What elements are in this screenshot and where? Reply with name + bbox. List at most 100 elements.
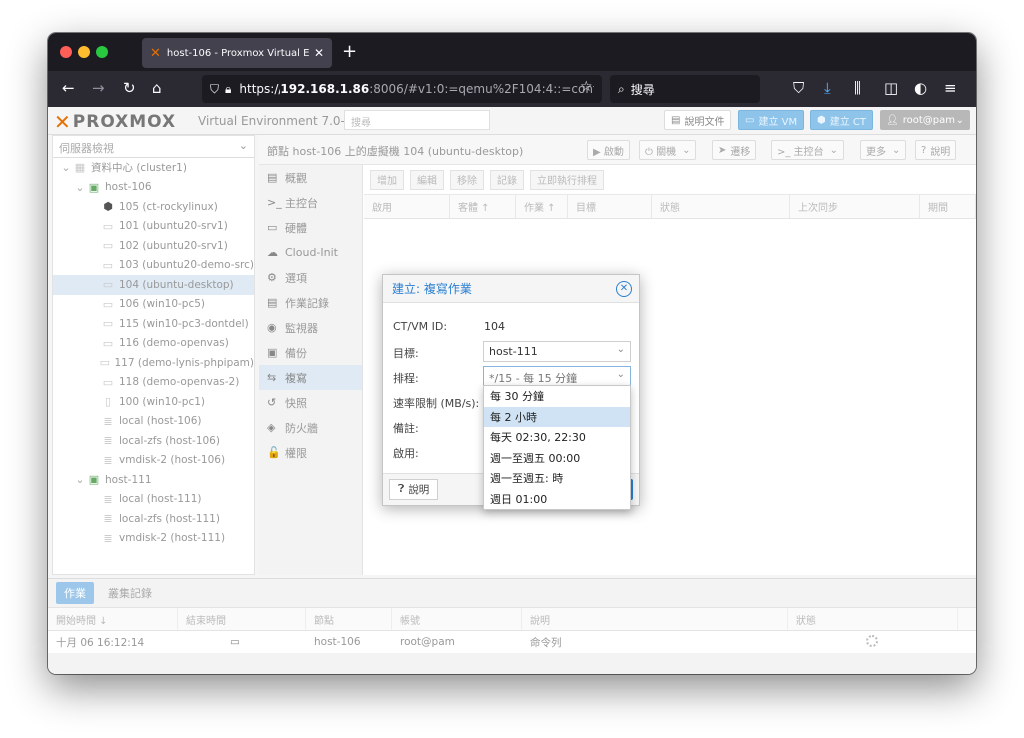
browser-tab[interactable]: ✕ host-106 - Proxmox Virtual Envi ✕ bbox=[142, 38, 332, 68]
tree-item[interactable]: ▭ 115 (win10-pc3-dontdel) bbox=[53, 314, 254, 334]
zoom-window-button[interactable] bbox=[96, 46, 108, 58]
start-button[interactable]: ▶ 啟動 bbox=[587, 140, 630, 160]
task-column-header[interactable]: 狀態 bbox=[788, 608, 958, 630]
tree-item[interactable]: ▯ 100 (win10-pc1) bbox=[53, 392, 254, 412]
nav-item[interactable]: ☁ Cloud-Init bbox=[259, 240, 362, 265]
forward-icon[interactable]: → bbox=[92, 79, 105, 97]
tree-item[interactable]: ≣ local (host-111) bbox=[53, 490, 254, 510]
create-ct-button[interactable]: ⬢ 建立 CT bbox=[810, 110, 874, 130]
schedule-combo[interactable]: */15 - 每 15 分鐘 ⌄ bbox=[483, 366, 631, 387]
help-button[interactable]: ? 說明 bbox=[915, 140, 957, 160]
schedule-option[interactable]: 週一至週五 00:00 bbox=[484, 448, 630, 469]
user-menu-button[interactable]: 👤︎ root@pam ⌄ bbox=[880, 110, 970, 130]
tree-item[interactable]: ▭ 116 (demo-openvas) bbox=[53, 334, 254, 354]
schedule-option[interactable]: 每天 02:30, 22:30 bbox=[484, 427, 630, 448]
nav-item[interactable]: ◈ 防火牆 bbox=[259, 415, 362, 440]
tree-item[interactable]: ▭ 117 (demo-lynis-phpipam) bbox=[53, 353, 254, 373]
nav-item[interactable]: ▭ 硬體 bbox=[259, 215, 362, 240]
bookmark-star-icon[interactable]: ☆ bbox=[580, 79, 593, 95]
tree-item[interactable]: ▭ 106 (win10-pc5) bbox=[53, 295, 254, 315]
tree-item[interactable]: ⬢ 105 (ct-rockylinux) bbox=[53, 197, 254, 217]
nav-item[interactable]: ▣ 備份 bbox=[259, 340, 362, 365]
replication-icon: ⇆ bbox=[267, 371, 277, 384]
shutdown-button[interactable]: ⏻ 關機 ⌄ bbox=[639, 140, 697, 160]
nav-item[interactable]: >_ 主控台 bbox=[259, 190, 362, 215]
tree-item[interactable]: ▭ 101 (ubuntu20-srv1) bbox=[53, 217, 254, 237]
pocket-icon[interactable]: ⛉ bbox=[793, 79, 804, 97]
tree-item[interactable]: ≣ local-zfs (host-106) bbox=[53, 431, 254, 451]
sidebar-icon[interactable]: ◫ bbox=[884, 79, 898, 97]
migrate-button[interactable]: ➤ 遷移 bbox=[712, 140, 757, 160]
task-column-header[interactable]: 結束時間 bbox=[178, 608, 306, 630]
table-row[interactable]: 十月 06 16:12:14 ▭ host-106 root@pam 命令列 bbox=[48, 631, 976, 653]
docs-button[interactable]: ▤ 說明文件 bbox=[664, 110, 732, 130]
nav-item[interactable]: ↺ 快照 bbox=[259, 390, 362, 415]
nav-item[interactable]: ▤ 概觀 bbox=[259, 165, 362, 190]
task-column-header[interactable]: 開始時間 ↓ bbox=[48, 608, 178, 630]
tab-cluster-log[interactable]: 叢集記錄 bbox=[100, 582, 160, 604]
tree-item[interactable]: ≣ local (host-106) bbox=[53, 412, 254, 432]
create-vm-button[interactable]: ▭ 建立 VM bbox=[738, 110, 805, 130]
replication-button[interactable]: 編輯 bbox=[410, 169, 444, 190]
column-header[interactable]: 狀態 bbox=[652, 195, 790, 218]
column-header[interactable]: 目標 bbox=[568, 195, 652, 218]
tab-tasks[interactable]: 作業 bbox=[56, 582, 94, 604]
tree-item[interactable]: ▭ 103 (ubuntu20-demo-src) bbox=[53, 256, 254, 276]
back-icon[interactable]: ← bbox=[62, 79, 75, 97]
nav-item[interactable]: ◉ 監視器 bbox=[259, 315, 362, 340]
column-header[interactable]: 客體 ↑ bbox=[450, 195, 516, 218]
tab-close-icon[interactable]: ✕ bbox=[314, 46, 324, 60]
tree-item[interactable]: ▭ 104 (ubuntu-desktop) bbox=[53, 275, 254, 295]
target-combo[interactable]: host-111 ⌄ bbox=[483, 341, 631, 362]
tree-item[interactable]: ⌄ ▣ host-111 bbox=[53, 470, 254, 490]
tree-item[interactable]: ⌄ ▦ 資料中心 (cluster1) bbox=[53, 158, 254, 178]
tree-item[interactable]: ≣ local-zfs (host-111) bbox=[53, 509, 254, 529]
column-header[interactable]: 作業 ↑ bbox=[516, 195, 568, 218]
schedule-option[interactable]: 週一至週五: 時 bbox=[484, 468, 630, 489]
expand-caret-icon[interactable]: ⌄ bbox=[61, 161, 71, 174]
task-column-header[interactable]: 節點 bbox=[306, 608, 392, 630]
tree-item[interactable]: ≣ vmdisk-2 (host-106) bbox=[53, 451, 254, 471]
tree-item[interactable]: ⌄ ▣ host-106 bbox=[53, 178, 254, 198]
url-bar[interactable]: ⛉ 🔒︎ https:// 192.168.1.86 :8006/#v1:0:=… bbox=[202, 75, 602, 103]
task-column-header[interactable]: 帳號 bbox=[392, 608, 522, 630]
new-tab-button[interactable]: + bbox=[342, 41, 357, 62]
nav-item[interactable]: ▤ 作業記錄 bbox=[259, 290, 362, 315]
dialog-help-button[interactable]: ❓︎ 說明 bbox=[389, 479, 439, 500]
schedule-option[interactable]: 週日 01:00 bbox=[484, 489, 630, 510]
nav-item[interactable]: ⚙ 選項 bbox=[259, 265, 362, 290]
library-icon[interactable]: ⫼ bbox=[854, 79, 861, 97]
tree-item[interactable]: ▭ 118 (demo-openvas-2) bbox=[53, 373, 254, 393]
replication-button[interactable]: 增加 bbox=[370, 169, 404, 190]
column-header[interactable]: 啟用 bbox=[364, 195, 450, 218]
schedule-option[interactable]: 每 30 分鐘 bbox=[484, 386, 630, 407]
task-column-header[interactable]: 說明 bbox=[522, 608, 788, 630]
replication-button[interactable]: 記錄 bbox=[490, 169, 524, 190]
minimize-window-button[interactable] bbox=[78, 46, 90, 58]
nav-item[interactable]: 🔓 權限 bbox=[259, 440, 362, 465]
console-button[interactable]: >_ 主控台 ⌄ bbox=[771, 140, 844, 160]
reload-icon[interactable]: ↻ bbox=[123, 79, 136, 97]
column-header[interactable]: 上次同步 bbox=[790, 195, 920, 218]
tree-item[interactable]: ≣ vmdisk-2 (host-111) bbox=[53, 529, 254, 549]
download-icon[interactable]: ⤓ bbox=[824, 79, 831, 97]
expand-caret-icon[interactable]: ⌄ bbox=[75, 181, 85, 194]
lock-icon[interactable]: 🔒︎ bbox=[225, 82, 231, 97]
nav-item[interactable]: ⇆ 複寫 bbox=[259, 365, 362, 390]
browser-search-bar[interactable]: ⌕ 搜尋 bbox=[610, 75, 760, 103]
view-selector[interactable]: 伺服器檢視 ⌄ bbox=[53, 136, 254, 158]
pve-search-input[interactable]: 搜尋 bbox=[344, 110, 490, 130]
replication-button[interactable]: 移除 bbox=[450, 169, 484, 190]
tree-item[interactable]: ▭ 102 (ubuntu20-srv1) bbox=[53, 236, 254, 256]
column-header[interactable]: 期間 bbox=[920, 195, 976, 218]
account-icon[interactable]: ◐ bbox=[914, 79, 927, 97]
more-button[interactable]: 更多 ⌄ bbox=[860, 140, 907, 160]
shield-icon[interactable]: ⛉ bbox=[210, 82, 219, 97]
close-icon[interactable]: ✕ bbox=[616, 281, 632, 297]
home-icon[interactable]: ⌂ bbox=[152, 79, 162, 97]
menu-icon[interactable]: ≡ bbox=[944, 79, 957, 97]
close-window-button[interactable] bbox=[60, 46, 72, 58]
schedule-option[interactable]: 每 2 小時 bbox=[484, 406, 630, 427]
replication-button[interactable]: 立即執行排程 bbox=[530, 169, 604, 190]
expand-caret-icon[interactable]: ⌄ bbox=[75, 473, 85, 486]
